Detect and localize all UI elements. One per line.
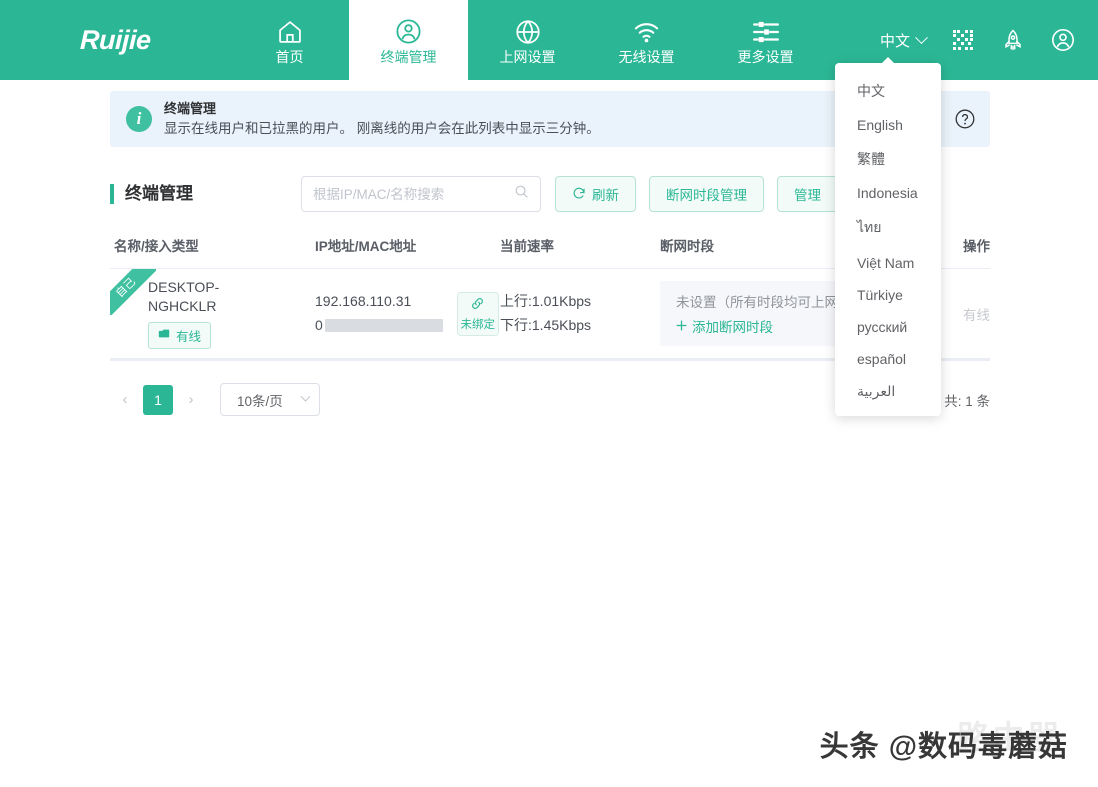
column-header-ip-mac: IP地址/MAC地址 — [315, 235, 500, 255]
nav-item-terminal-management[interactable]: 终端管理 — [349, 0, 468, 80]
page-size-label: 10条/页 — [237, 390, 283, 410]
brand-logo[interactable]: Ruijie — [0, 0, 230, 80]
language-option-en[interactable]: English — [835, 109, 941, 141]
sliders-icon — [752, 17, 780, 47]
language-option-zh-tw[interactable]: 繁體 — [835, 141, 941, 177]
plus-icon — [676, 319, 687, 334]
link-broken-icon — [469, 295, 486, 315]
qr-code-icon[interactable] — [948, 25, 978, 55]
language-option-id[interactable]: Indonesia — [835, 177, 941, 209]
mac-redaction — [325, 319, 443, 332]
watermark: 头条 @数码毒蘑菇 — [820, 723, 1068, 765]
logo-text: Ruijie — [79, 25, 151, 56]
nav-label-wireless-settings: 无线设置 — [619, 50, 675, 64]
column-header-name: 名称/接入类型 — [110, 235, 315, 255]
access-type-label: 有线 — [176, 326, 201, 345]
refresh-icon — [572, 186, 586, 203]
page-number-1[interactable]: 1 — [143, 385, 173, 415]
third-management-label: 管理 — [794, 184, 821, 204]
column-header-speed: 当前速率 — [500, 235, 660, 255]
question-circle-icon[interactable] — [954, 108, 976, 130]
account-icon[interactable] — [1048, 25, 1078, 55]
nav-label-home: 首页 — [276, 50, 304, 64]
language-dropdown-menu: 中文 English 繁體 Indonesia ไทย Việt Nam Tür… — [835, 63, 941, 416]
main-navigation: 首页 终端管理 上网设置 — [230, 0, 825, 80]
globe-icon — [514, 17, 542, 47]
mac-address: 0 — [315, 314, 443, 338]
nav-item-more-settings[interactable]: 更多设置 — [706, 0, 825, 80]
offline-schedule-button[interactable]: 断网时段管理 — [649, 176, 764, 212]
upload-speed: 上行:1.01Kbps — [500, 290, 660, 313]
add-offline-period-link[interactable]: 添加断网时段 — [676, 316, 852, 336]
language-option-zh[interactable]: 中文 — [835, 73, 941, 109]
pagination-total: 共: 1 条 — [944, 390, 990, 410]
language-option-tr[interactable]: Türkiye — [835, 279, 941, 311]
chevron-right-icon[interactable]: › — [176, 385, 206, 415]
nav-label-more-settings: 更多设置 — [738, 50, 794, 64]
info-banner-description: 显示在线用户和已拉黑的用户。 刚离线的用户会在此列表中显示三分钟。 — [164, 119, 600, 139]
language-option-vi[interactable]: Việt Nam — [835, 247, 941, 279]
cell-speed: 上行:1.01Kbps 下行:1.45Kbps — [500, 290, 660, 336]
wifi-icon — [632, 17, 661, 47]
search-box[interactable] — [301, 176, 541, 212]
third-management-button[interactable]: 管理 — [777, 176, 838, 212]
offline-schedule-label: 断网时段管理 — [666, 184, 747, 204]
nav-item-home[interactable]: 首页 — [230, 0, 349, 80]
search-input[interactable] — [313, 187, 514, 202]
ip-mac-lines: 192.168.110.31 0 — [315, 290, 443, 338]
mac-prefix: 0 — [315, 317, 323, 333]
bind-status-badge[interactable]: 未绑定 — [457, 292, 499, 336]
info-icon: i — [126, 106, 152, 132]
chevron-down-icon — [301, 392, 311, 402]
language-option-ru[interactable]: русский — [835, 311, 941, 343]
bind-status-label: 未绑定 — [461, 316, 496, 332]
ip-address: 192.168.110.31 — [315, 290, 443, 314]
search-icon[interactable] — [514, 184, 529, 204]
user-circle-icon — [394, 17, 423, 47]
refresh-label: 刷新 — [592, 184, 619, 204]
home-icon — [276, 17, 304, 47]
nav-label-internet-settings: 上网设置 — [500, 50, 556, 64]
nav-item-internet-settings[interactable]: 上网设置 — [468, 0, 587, 80]
chevron-down-icon — [915, 31, 928, 44]
download-speed: 下行:1.45Kbps — [500, 314, 660, 337]
language-selector[interactable]: 中文 — [878, 24, 928, 57]
language-selector-label: 中文 — [880, 30, 910, 51]
device-name: DESKTOP-NGHCKLR — [114, 278, 226, 316]
refresh-button[interactable]: 刷新 — [555, 176, 636, 212]
toolbar-buttons: 刷新 断网时段管理 管理 — [555, 176, 838, 212]
language-option-ar[interactable]: العربية — [835, 375, 941, 408]
add-offline-period-label: 添加断网时段 — [692, 316, 773, 336]
info-banner-text: 终端管理 显示在线用户和已拉黑的用户。 刚离线的用户会在此列表中显示三分钟。 — [164, 100, 600, 138]
rocket-icon[interactable] — [998, 25, 1028, 55]
language-option-th[interactable]: ไทย — [835, 209, 941, 247]
cell-device-name: DESKTOP-NGHCKLR 有线 — [110, 278, 315, 349]
offline-status-text: 未设置（所有时段均可上网） — [676, 291, 852, 311]
language-option-es[interactable]: español — [835, 343, 941, 375]
cell-ip-mac: 192.168.110.31 0 未绑定 — [315, 290, 500, 338]
page-size-select[interactable]: 10条/页 — [220, 383, 320, 416]
info-banner-title: 终端管理 — [164, 100, 600, 119]
page-title: 终端管理 — [110, 184, 193, 204]
chevron-left-icon[interactable]: ‹ — [110, 385, 140, 415]
wired-icon — [158, 328, 171, 342]
nav-label-terminal-management: 终端管理 — [381, 50, 437, 64]
access-type-badge: 有线 — [148, 322, 211, 349]
nav-item-wireless-settings[interactable]: 无线设置 — [587, 0, 706, 80]
